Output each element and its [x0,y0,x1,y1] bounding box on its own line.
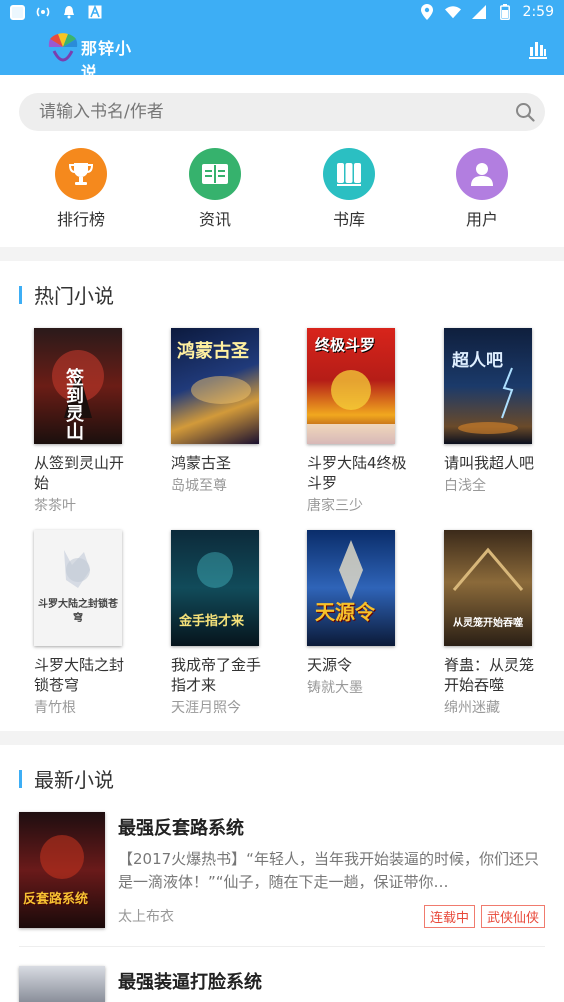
nav-library[interactable]: 书库 [299,148,399,230]
cover-title: 鸿蒙古圣 [177,341,249,362]
book-card[interactable]: 超人吧 请叫我超人吧 白浅全 [444,328,554,495]
logo-text: 那锌小说 [81,39,133,82]
list-divider [19,946,545,947]
cover-title: 从灵笼开始吞噬 [453,618,523,629]
logo-mark-icon [48,33,78,62]
cover-title: 签到灵山 [63,368,84,440]
cover-title: 终极斗罗 [315,336,376,354]
app-logo[interactable]: 那锌小说 [48,32,138,82]
cover-title: 天源令 [315,600,375,624]
latest-description: 【2017火爆热书】“年轻人，当年我开始装逼的时候，你们还只是一滴液体！”“仙子… [118,850,539,891]
nav-ranking-label: 排行榜 [56,210,105,229]
book-title: 从签到灵山开始 [34,454,125,492]
cover-title: 斗罗大陆之封锁苍穹 [38,599,118,624]
book-author: 唐家三少 [307,498,363,514]
book-cover [19,966,105,1002]
nav-user-label: 用户 [465,210,498,229]
ranking-chart-button[interactable] [528,39,548,59]
book-author: 岛城至尊 [171,478,227,494]
cover-title: 超人吧 [452,351,503,371]
book-author: 白浅全 [444,478,486,494]
book-cover: 终极斗罗 [307,328,395,444]
book-author: 天涯月照今 [171,700,241,716]
book-title: 请叫我超人吧 [444,454,535,472]
book-title: 我成帝了金手指才来 [171,656,262,694]
cover-title: 金手指才来 [179,614,245,629]
latest-author: 太上布衣 [118,909,174,925]
search-bar[interactable] [19,93,545,131]
user-icon [456,148,508,200]
book-title: 天源令 [307,656,353,674]
latest-title: 最强装逼打脸系统 [118,972,262,993]
book-author: 绵州迷藏 [444,700,500,716]
book-author: 铸就大墨 [307,680,363,696]
quick-nav: 排行榜 资讯 书库 用户 [0,148,564,234]
search-icon[interactable] [515,102,535,122]
book-card[interactable]: 签到灵山 从签到灵山开始 茶茶叶 [34,328,144,515]
latest-list-item[interactable]: 最强装逼打脸系统 [19,966,545,1002]
book-cover: 从灵笼开始吞噬 [444,530,532,646]
search-input[interactable] [39,102,489,122]
status-badge: 连载中 [423,905,475,928]
book-cover: 鸿蒙古圣 [171,328,259,444]
book-cover: 天源令 [307,530,395,646]
books-icon [323,148,375,200]
trophy-icon [55,148,107,200]
nav-news-label: 资讯 [198,210,231,229]
book-title: 斗罗大陆4终极斗罗 [307,454,407,492]
signal-icon [471,4,487,20]
book-author: 青竹根 [34,700,76,716]
section-divider [0,731,564,745]
book-cover: 反套路系统 [19,812,105,928]
bar-chart-icon [529,42,547,59]
bell-icon [61,4,77,20]
location-icon [419,4,435,20]
latest-section-header: 最新小说 [19,764,114,793]
app-bar: 那锌小说 [0,24,564,82]
book-title: 脊蛊：从灵笼开始吞噬 [444,656,535,694]
book-author: 茶茶叶 [34,498,76,514]
book-title: 鸿蒙古圣 [171,454,232,472]
status-bar: 2:59 [0,0,564,24]
book-open-icon [189,148,241,200]
nav-news[interactable]: 资讯 [165,148,265,230]
book-card[interactable]: 从灵笼开始吞噬 脊蛊：从灵笼开始吞噬 绵州迷藏 [444,530,554,717]
battery-icon [497,4,513,20]
section-accent-bar [19,769,22,788]
book-cover: 签到灵山 [34,328,122,444]
hot-section-header: 热门小说 [19,280,114,309]
book-card[interactable]: 斗罗大陆之封锁苍穹 斗罗大陆之封锁苍穹 青竹根 [34,530,144,717]
book-card[interactable]: 天源令 天源令 铸就大墨 [307,530,417,697]
wifi-icon [444,4,461,20]
hot-section-title: 热门小说 [34,284,114,308]
book-card[interactable]: 鸿蒙古圣 鸿蒙古圣 岛城至尊 [171,328,281,495]
clock: 2:59 [522,4,554,20]
a-icon [87,4,103,20]
cover-title: 反套路系统 [23,892,89,907]
nav-library-label: 书库 [332,210,365,229]
book-title: 斗罗大陆之封锁苍穹 [34,656,125,694]
app-notification-icon [10,4,25,20]
nav-ranking[interactable]: 排行榜 [31,148,131,230]
book-cover: 斗罗大陆之封锁苍穹 [34,530,122,646]
section-accent-bar [19,285,22,304]
book-card[interactable]: 金手指才来 我成帝了金手指才来 天涯月照今 [171,530,281,717]
latest-title: 最强反套路系统 [118,818,244,839]
genre-badge: 武侠仙侠 [480,905,545,928]
nav-user[interactable]: 用户 [432,148,532,230]
latest-section-title: 最新小说 [34,768,114,792]
book-cover: 超人吧 [444,328,532,444]
hotspot-icon [35,4,51,20]
latest-list-item[interactable]: 反套路系统 最强反套路系统 【2017火爆热书】“年轻人，当年我开始装逼的时候，… [19,812,545,928]
book-cover: 金手指才来 [171,530,259,646]
book-card[interactable]: 终极斗罗 斗罗大陆4终极斗罗 唐家三少 [307,328,417,515]
tag-list: 连载中 武侠仙侠 [423,905,545,928]
section-divider [0,247,564,261]
